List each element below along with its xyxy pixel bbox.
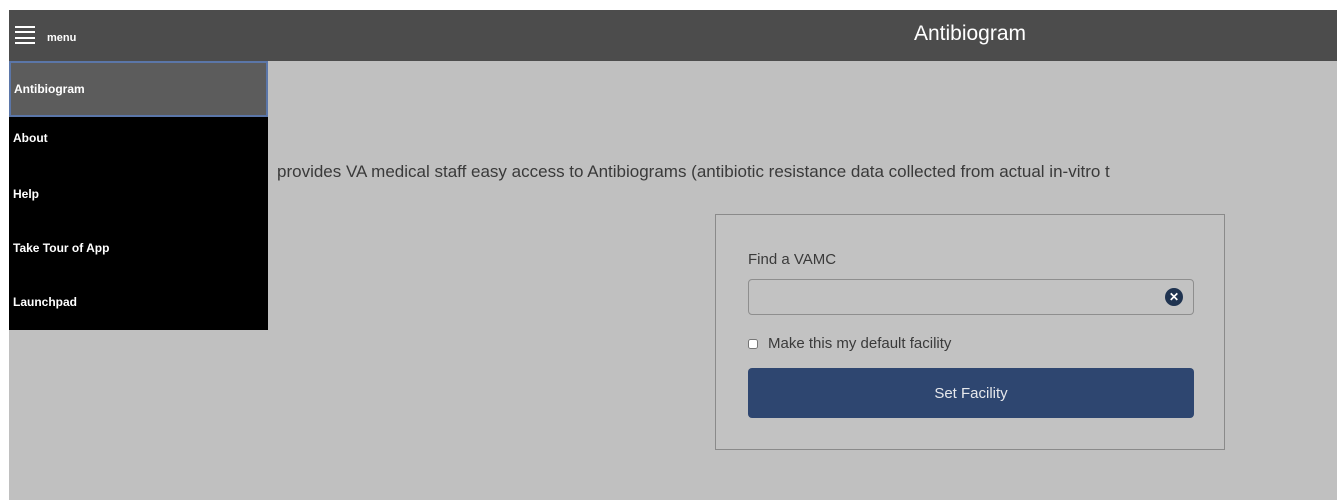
app-viewport: menu Antibiogram Antibiogram About Help …	[9, 10, 1337, 500]
default-facility-row: Make this my default facility	[748, 335, 951, 352]
set-facility-button[interactable]: Set Facility	[748, 368, 1194, 418]
side-menu-item-about[interactable]: About	[9, 131, 268, 145]
hamburger-icon[interactable]	[15, 26, 35, 44]
find-vamc-label: Find a VAMC	[748, 251, 837, 268]
page-title: Antibiogram	[913, 22, 1027, 45]
side-menu-item-antibiogram[interactable]: Antibiogram	[9, 61, 268, 117]
facility-selection-panel: Find a VAMC ✕ Make this my default facil…	[715, 214, 1225, 450]
side-menu-item-help[interactable]: Help	[9, 187, 268, 201]
menu-label[interactable]: menu	[47, 32, 76, 44]
top-navigation-bar: menu Antibiogram	[9, 10, 1337, 61]
side-menu: Antibiogram About Help Take Tour of App …	[9, 61, 268, 330]
side-menu-item-take-tour[interactable]: Take Tour of App	[9, 241, 268, 255]
side-menu-item-launchpad[interactable]: Launchpad	[9, 295, 268, 309]
default-facility-label[interactable]: Make this my default facility	[768, 335, 951, 352]
intro-text: provides VA medical staff easy access to…	[277, 162, 1110, 181]
default-facility-checkbox[interactable]	[748, 338, 758, 349]
menu-toggle-button[interactable]: menu	[15, 21, 76, 49]
vamc-search-field[interactable]: ✕	[748, 279, 1194, 315]
clear-circle-x-icon[interactable]: ✕	[1165, 288, 1183, 306]
vamc-search-input[interactable]	[749, 280, 1149, 314]
